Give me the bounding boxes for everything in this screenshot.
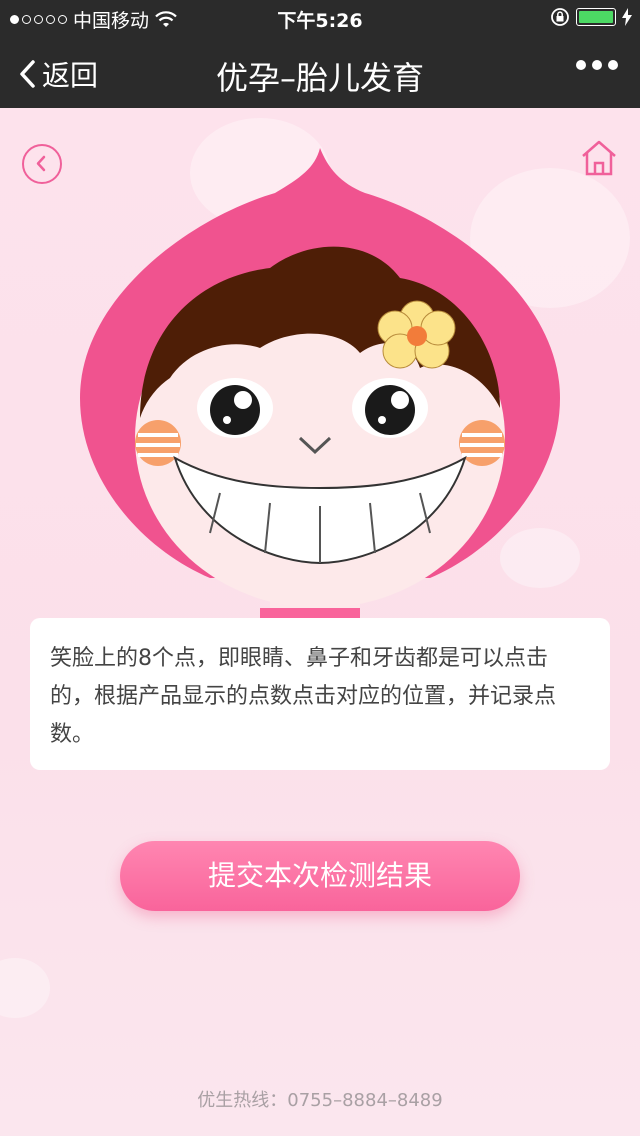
more-button[interactable] [576, 60, 618, 70]
instruction-dialog: 笑脸上的8个点，即眼睛、鼻子和牙齿都是可以点击的，根据产品显示的点数点击对应的位… [30, 618, 610, 770]
status-right [550, 7, 632, 27]
mascot-illustration[interactable] [60, 138, 580, 638]
page-title: 优孕–胎儿发育 [215, 59, 424, 97]
mascot-eye-left [197, 378, 273, 438]
circle-back-icon [36, 155, 46, 172]
instruction-text: 笑脸上的8个点，即眼睛、鼻子和牙齿都是可以点击的，根据产品显示的点数点击对应的位… [50, 646, 557, 747]
mascot-eye-right [352, 378, 428, 438]
hotline-text: 优生热线：0755–8884–8489 [197, 1090, 443, 1111]
status-bar: 中国移动 下午5:26 [0, 0, 640, 36]
lock-rotation-icon [551, 8, 569, 26]
home-button[interactable] [580, 138, 618, 178]
more-dots-icon [576, 60, 586, 70]
status-time: 下午5:26 [277, 10, 363, 32]
nav-bar: 返回 优孕–胎儿发育 [0, 36, 640, 108]
submit-result-button[interactable]: 提交本次检测结果 [120, 841, 520, 911]
circle-back-button[interactable] [22, 144, 62, 184]
mascot-cheek-left [135, 420, 181, 466]
background-petal [0, 958, 50, 1018]
charging-icon [622, 8, 632, 26]
mascot-cheek-right [459, 420, 505, 466]
content-area: 笑脸上的8个点，即眼睛、鼻子和牙齿都是可以点击的，根据产品显示的点数点击对应的位… [0, 108, 640, 1136]
battery-icon [576, 8, 616, 26]
home-icon [582, 140, 616, 176]
